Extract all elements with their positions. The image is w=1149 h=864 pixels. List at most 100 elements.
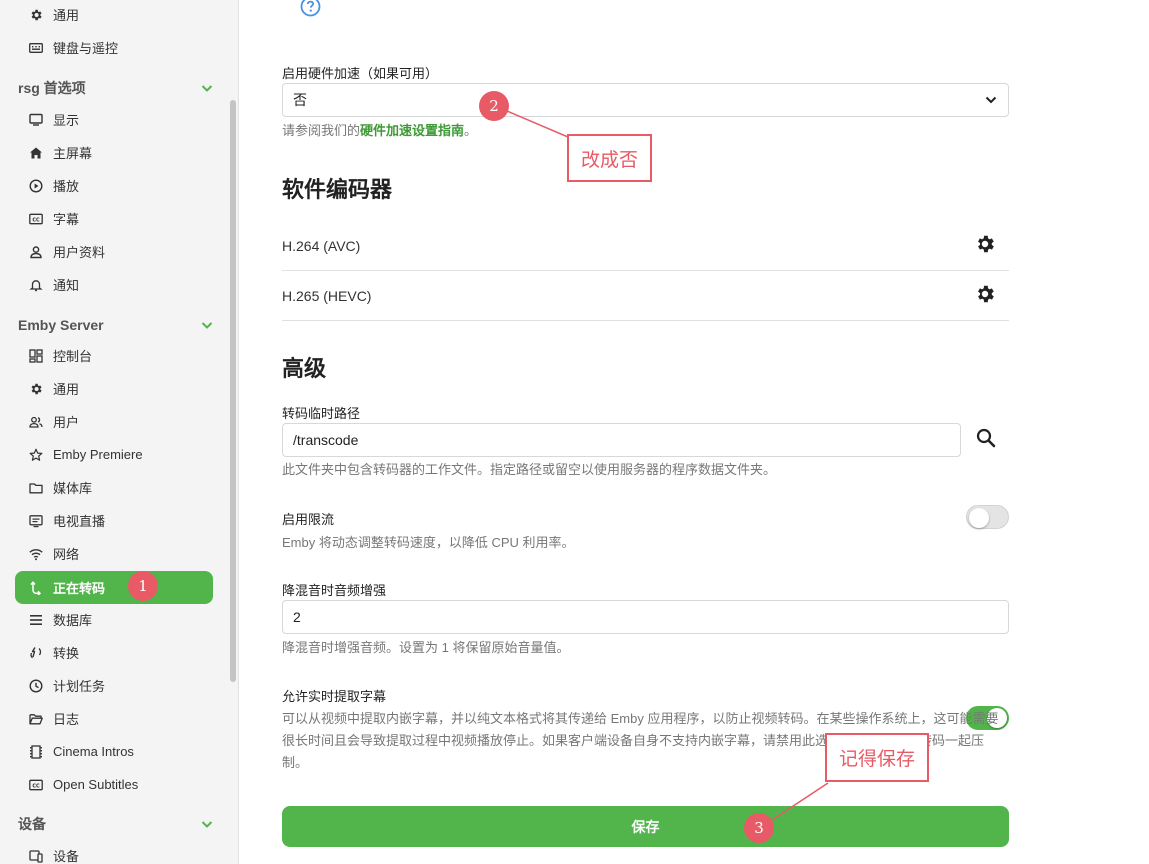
sidebar-scrollbar[interactable] — [230, 100, 236, 682]
svg-text:CC: CC — [32, 217, 40, 223]
downmix-value: 2 — [293, 609, 301, 625]
save-button[interactable]: 保存 — [282, 806, 1009, 847]
annotation-badge-2: 2 — [479, 91, 509, 121]
sidebar-item-label: 数据库 — [53, 613, 93, 628]
downmix-help: 降混音时增强音频。设置为 1 将保留原始音量值。 — [282, 640, 570, 655]
software-encoders-heading: 软件编码器 — [282, 177, 393, 202]
chevron-down-icon — [201, 85, 213, 92]
search-icon[interactable] — [975, 427, 997, 449]
sidebar-item-label: 电视直播 — [53, 514, 106, 529]
sidebar-item-cinema-intros[interactable]: Cinema Intros — [15, 735, 213, 768]
gear-icon[interactable] — [974, 233, 996, 258]
section-header-emby-server[interactable]: Emby Server — [18, 313, 214, 337]
annotation-callout-3: 记得保存 — [825, 733, 929, 782]
tv-icon — [29, 514, 43, 528]
sidebar-item-network[interactable]: 网络 — [15, 537, 213, 570]
temp-path-input[interactable]: /transcode — [282, 423, 961, 457]
annotation-badge-3: 3 — [744, 813, 774, 843]
sidebar-item-label: 网络 — [53, 547, 80, 562]
downmix-input[interactable]: 2 — [282, 600, 1009, 634]
sidebar-item-display[interactable]: 显示 — [15, 103, 213, 136]
help-circle-icon[interactable] — [300, 0, 321, 17]
folder-open-icon — [29, 712, 43, 726]
sidebar-item-label: 控制台 — [53, 349, 93, 364]
hw-accel-select[interactable]: 否 — [282, 83, 1009, 117]
main-content: 启用硬件加速（如果可用） 否 请参阅我们的硬件加速设置指南。 软件编码器 H.2… — [282, 0, 1009, 847]
sidebar-item-general-pref[interactable]: 通用 — [15, 0, 213, 31]
dashboard-icon — [29, 348, 43, 363]
sidebar: 通用 键盘与遥控 rsg 首选项 显示 主屏幕 播放 CC 字幕 用户资料 通知… — [0, 0, 239, 864]
sidebar-item-home-screen[interactable]: 主屏幕 — [15, 136, 213, 169]
cc-icon: CC — [29, 778, 43, 792]
sidebar-item-label: 通用 — [53, 382, 80, 397]
section-header-user-prefs[interactable]: rsg 首选项 — [18, 76, 214, 100]
cc-icon: CC — [29, 212, 43, 226]
advanced-heading: 高级 — [282, 356, 327, 381]
sidebar-item-label: 日志 — [53, 712, 80, 727]
downmix-label: 降混音时音频增强 — [282, 583, 387, 598]
temp-path-value: /transcode — [293, 432, 359, 448]
hw-accel-help: 请参阅我们的硬件加速设置指南。 — [282, 120, 477, 142]
subtitle-extract-label: 允许实时提取字幕 — [282, 689, 387, 704]
sidebar-item-label: 设备 — [53, 849, 80, 864]
chevron-down-icon — [201, 821, 213, 828]
sidebar-item-label: 媒体库 — [53, 481, 93, 496]
keyboard-icon — [29, 41, 43, 55]
sidebar-item-label: 通用 — [53, 8, 80, 23]
play-circle-icon — [29, 178, 43, 193]
codec-row-h265[interactable]: H.265 (HEVC) — [282, 271, 1009, 321]
sidebar-item-emby-premiere[interactable]: Emby Premiere — [15, 438, 213, 471]
throttle-help: Emby 将动态调整转码速度，以降低 CPU 利用率。 — [282, 535, 575, 550]
clock-icon — [29, 678, 43, 693]
sidebar-item-users[interactable]: 用户 — [15, 405, 213, 438]
person-icon — [29, 245, 43, 259]
codec-row-h264[interactable]: H.264 (AVC) — [282, 221, 1009, 271]
codec-name: H.265 (HEVC) — [282, 287, 372, 304]
section-title: 设备 — [18, 816, 46, 832]
throttle-toggle[interactable] — [966, 505, 1009, 529]
hw-accel-guide-link[interactable]: 硬件加速设置指南 — [360, 123, 464, 138]
toggle-knob — [969, 508, 989, 528]
sidebar-item-label: 字幕 — [53, 212, 80, 227]
sidebar-item-keyboard[interactable]: 键盘与遥控 — [15, 31, 213, 64]
sidebar-item-label: 用户资料 — [53, 245, 106, 260]
throttle-label: 启用限流 — [282, 512, 335, 527]
sidebar-item-general-server[interactable]: 通用 — [15, 372, 213, 405]
sidebar-item-logs[interactable]: 日志 — [15, 702, 213, 735]
gear-icon — [29, 8, 43, 22]
sidebar-item-open-subtitles[interactable]: CC Open Subtitles — [15, 768, 213, 801]
sidebar-item-notifications[interactable]: 通知 — [15, 268, 213, 301]
sidebar-item-profile[interactable]: 用户资料 — [15, 235, 213, 268]
sidebar-item-database[interactable]: 数据库 — [15, 603, 213, 636]
film-icon — [29, 744, 43, 759]
codec-name: H.264 (AVC) — [282, 237, 361, 254]
gear-icon — [29, 382, 43, 396]
sidebar-item-library[interactable]: 媒体库 — [15, 471, 213, 504]
bell-icon — [29, 278, 43, 292]
sidebar-item-label: 转换 — [53, 646, 80, 661]
sidebar-item-scheduled-tasks[interactable]: 计划任务 — [15, 669, 213, 702]
monitor-icon — [29, 113, 43, 127]
sidebar-item-label: 计划任务 — [53, 679, 106, 694]
sidebar-item-subtitles[interactable]: CC 字幕 — [15, 202, 213, 235]
hw-accel-help-suffix: 。 — [464, 123, 478, 138]
sidebar-item-transcoding[interactable]: 正在转码 — [15, 571, 213, 604]
sidebar-item-conversion[interactable]: 转换 — [15, 636, 213, 669]
folder-icon — [29, 481, 43, 495]
gear-icon[interactable] — [974, 283, 996, 308]
sidebar-item-label: 主屏幕 — [53, 146, 93, 161]
annotation-badge-1: 1 — [128, 571, 158, 601]
sync-icon — [29, 646, 43, 660]
sidebar-item-label: 显示 — [53, 113, 80, 128]
annotation-callout-2: 改成否 — [567, 134, 652, 182]
chevron-down-icon — [201, 322, 213, 329]
temp-path-help: 此文件夹中包含转码器的工作文件。指定路径或留空以使用服务器的程序数据文件夹。 — [282, 462, 777, 477]
svg-text:CC: CC — [32, 783, 40, 789]
sidebar-item-live-tv[interactable]: 电视直播 — [15, 504, 213, 537]
sidebar-item-playback[interactable]: 播放 — [15, 169, 213, 202]
section-title: rsg 首选项 — [18, 80, 86, 96]
section-header-devices[interactable]: 设备 — [18, 812, 214, 836]
sidebar-item-dashboard[interactable]: 控制台 — [15, 339, 213, 372]
sidebar-item-devices[interactable]: 设备 — [15, 839, 213, 864]
sidebar-item-label: 用户 — [53, 415, 80, 430]
